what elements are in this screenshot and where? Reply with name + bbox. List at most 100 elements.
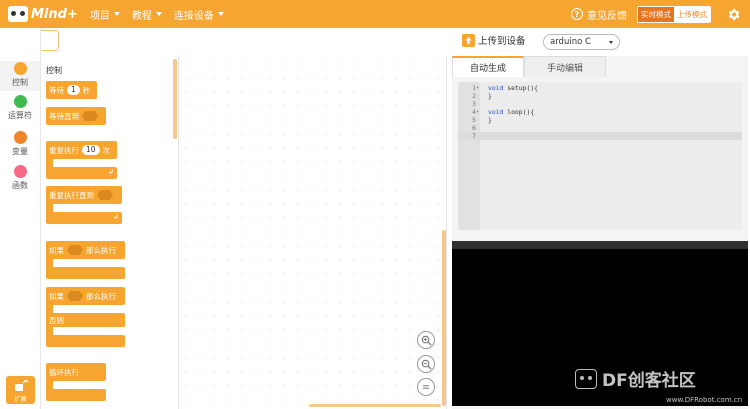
category-control-label: 控制 <box>12 78 28 87</box>
menu-tutorial[interactable]: 教程 <box>132 7 162 22</box>
block-repeat-until[interactable]: 重复执行直到 <box>46 186 122 204</box>
palette-section-title: 控制 <box>46 66 62 75</box>
block-forever[interactable]: 循环执行 <box>46 363 106 381</box>
palette-scrollbar[interactable] <box>173 59 177 139</box>
top-right-controls: ? 意见反馈 实时模式 上传模式 <box>571 0 750 28</box>
zoom-in-button[interactable] <box>417 331 435 349</box>
help-icon[interactable]: ? <box>571 8 583 20</box>
code-line: 2 } <box>458 92 742 100</box>
block-if-then[interactable]: 如果 那么执行 <box>46 241 125 259</box>
line-number: 2 <box>472 92 476 100</box>
device-select-value: arduino C <box>550 37 591 47</box>
line-number: 4 <box>472 108 476 116</box>
code-line: 3 <box>458 100 742 108</box>
feedback-link[interactable]: 意见反馈 <box>587 7 627 22</box>
category-control[interactable]: 控制 <box>0 61 40 91</box>
upload-label: 上传到设备 <box>478 36 526 47</box>
zoom-reset-button[interactable] <box>417 378 435 396</box>
watermark-url: www.DFRobot.com.cn <box>666 396 743 404</box>
boolean-slot[interactable] <box>82 111 98 121</box>
mode-upload-button[interactable]: 上传模式 <box>674 6 710 22</box>
zoom-out-button[interactable] <box>417 355 435 373</box>
block-wait-unit: 秒 <box>82 85 91 95</box>
zoom-reset-icon <box>423 385 429 389</box>
boolean-slot[interactable] <box>97 190 113 200</box>
boolean-slot[interactable] <box>67 291 83 301</box>
workspace-horizontal-scrollbar[interactable] <box>309 404 441 407</box>
category-operators-label: 运算符 <box>8 111 32 120</box>
block-else-section: 否则 <box>46 313 125 327</box>
top-bar: Mind+ 项目 教程 连接设备 ? 意见反馈 实时模式 上传模式 <box>0 0 750 28</box>
upload-icon <box>462 33 475 47</box>
console-toolbar <box>452 241 748 249</box>
block-then-label: 那么执行 <box>86 245 116 255</box>
block-workspace[interactable] <box>179 57 447 409</box>
code-text: void setup(){ <box>488 84 538 92</box>
extension-button[interactable]: 扩展 <box>6 376 35 404</box>
main-menu: 项目 教程 连接设备 <box>90 7 236 22</box>
line-number: 6 <box>472 124 476 132</box>
code-rest: loop(){ <box>503 108 535 116</box>
code-text: } <box>488 92 492 100</box>
loop-arrow-icon: ↲ <box>108 168 114 176</box>
upload-to-device-button[interactable]: 上传到设备 <box>462 33 526 47</box>
block-if-else-then-label: 那么执行 <box>86 291 116 301</box>
extension-blocks-icon <box>14 379 28 391</box>
chevron-down-icon <box>113 12 120 16</box>
code-keyword: void <box>488 108 504 116</box>
line-number: 3 <box>472 100 476 108</box>
app-logo: Mind+ <box>8 6 78 22</box>
robot-logo-icon <box>8 6 28 22</box>
zoom-out-icon <box>421 359 432 370</box>
category-operators[interactable]: 运算符 <box>0 95 40 121</box>
category-variables[interactable]: 变量 <box>0 131 40 157</box>
category-functions-dot <box>13 165 27 178</box>
block-repeat-label: 重复执行 <box>49 145 79 155</box>
category-variables-label: 变量 <box>12 147 28 156</box>
block-repeat-foot <box>46 167 117 179</box>
tab-manual-edit[interactable]: 手动编辑 <box>524 56 606 77</box>
boolean-slot[interactable] <box>67 245 83 255</box>
workspace-vertical-scrollbar[interactable] <box>442 230 446 406</box>
mode-toggle[interactable]: 实时模式 上传模式 <box>637 5 711 23</box>
block-if-else-if-label: 如果 <box>49 291 64 301</box>
block-forever-foot <box>46 389 106 401</box>
code-rest: } <box>488 92 492 100</box>
gear-icon <box>728 8 739 20</box>
code-line-active: 7 <box>458 132 742 140</box>
block-else-label: 否则 <box>49 315 64 325</box>
block-wait-until[interactable]: 等待直到 <box>46 107 106 125</box>
settings-button[interactable] <box>719 0 747 28</box>
device-select[interactable]: arduino C <box>543 34 620 50</box>
line-number: 7 <box>472 132 476 140</box>
code-keyword: void <box>488 84 504 92</box>
block-forever-label: 循环执行 <box>49 367 79 377</box>
zoom-in-icon <box>421 335 432 346</box>
menu-connect-device[interactable]: 连接设备 <box>174 7 224 22</box>
block-if-else[interactable]: 如果 那么执行 <box>46 287 125 305</box>
menu-project[interactable]: 项目 <box>90 7 120 22</box>
fold-toggle-icon[interactable]: ▾ <box>476 108 479 116</box>
mode-realtime-button[interactable]: 实时模式 <box>638 6 674 22</box>
fold-toggle-icon[interactable]: ▾ <box>476 84 479 92</box>
chevron-down-icon <box>609 41 613 44</box>
block-repeat[interactable]: 重复执行 10 次 <box>46 141 117 159</box>
block-repeat-unit: 次 <box>102 145 111 155</box>
block-wait[interactable]: 等待 1 秒 <box>46 81 97 99</box>
watermark: DF创客社区 <box>575 366 696 391</box>
block-repeat-value[interactable]: 10 <box>82 145 100 155</box>
code-editor[interactable]: 1 ▾ void setup(){ 2 } 3 4 ▾ void loop(){… <box>458 82 742 230</box>
code-text: } <box>488 116 492 124</box>
code-text: void loop(){ <box>488 108 534 116</box>
block-wait-value[interactable]: 1 <box>67 85 80 95</box>
block-if-else-foot <box>46 335 125 347</box>
category-variables-dot <box>13 131 27 144</box>
block-repeat-until-label: 重复执行直到 <box>49 190 94 200</box>
code-rest: } <box>488 116 492 124</box>
menu-connect-label: 连接设备 <box>173 10 214 22</box>
category-control-dot <box>13 62 27 75</box>
loop-arrow-icon: ↲ <box>113 213 119 221</box>
category-sidebar: 控制 运算符 变量 函数 扩展 <box>0 28 41 409</box>
category-functions[interactable]: 函数 <box>0 165 40 191</box>
tab-auto-generate[interactable]: 自动生成 <box>452 56 524 77</box>
